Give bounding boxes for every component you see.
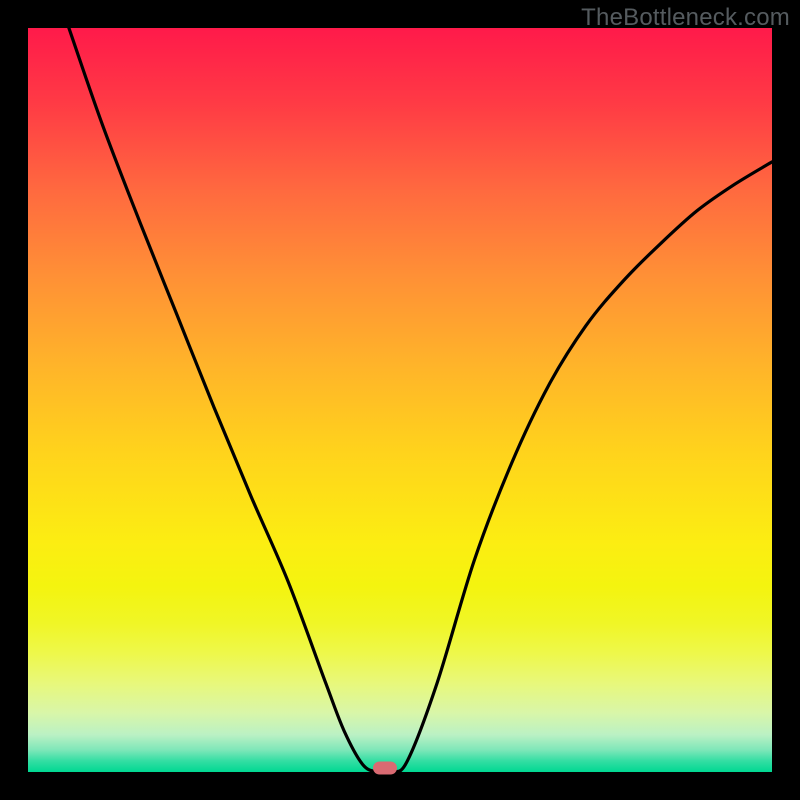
- minimum-marker: [373, 762, 397, 775]
- plot-area: [28, 28, 772, 772]
- chart-frame: TheBottleneck.com: [0, 0, 800, 800]
- watermark-text: TheBottleneck.com: [581, 4, 790, 32]
- bottleneck-curve: [69, 28, 772, 772]
- curve-svg: [28, 28, 772, 772]
